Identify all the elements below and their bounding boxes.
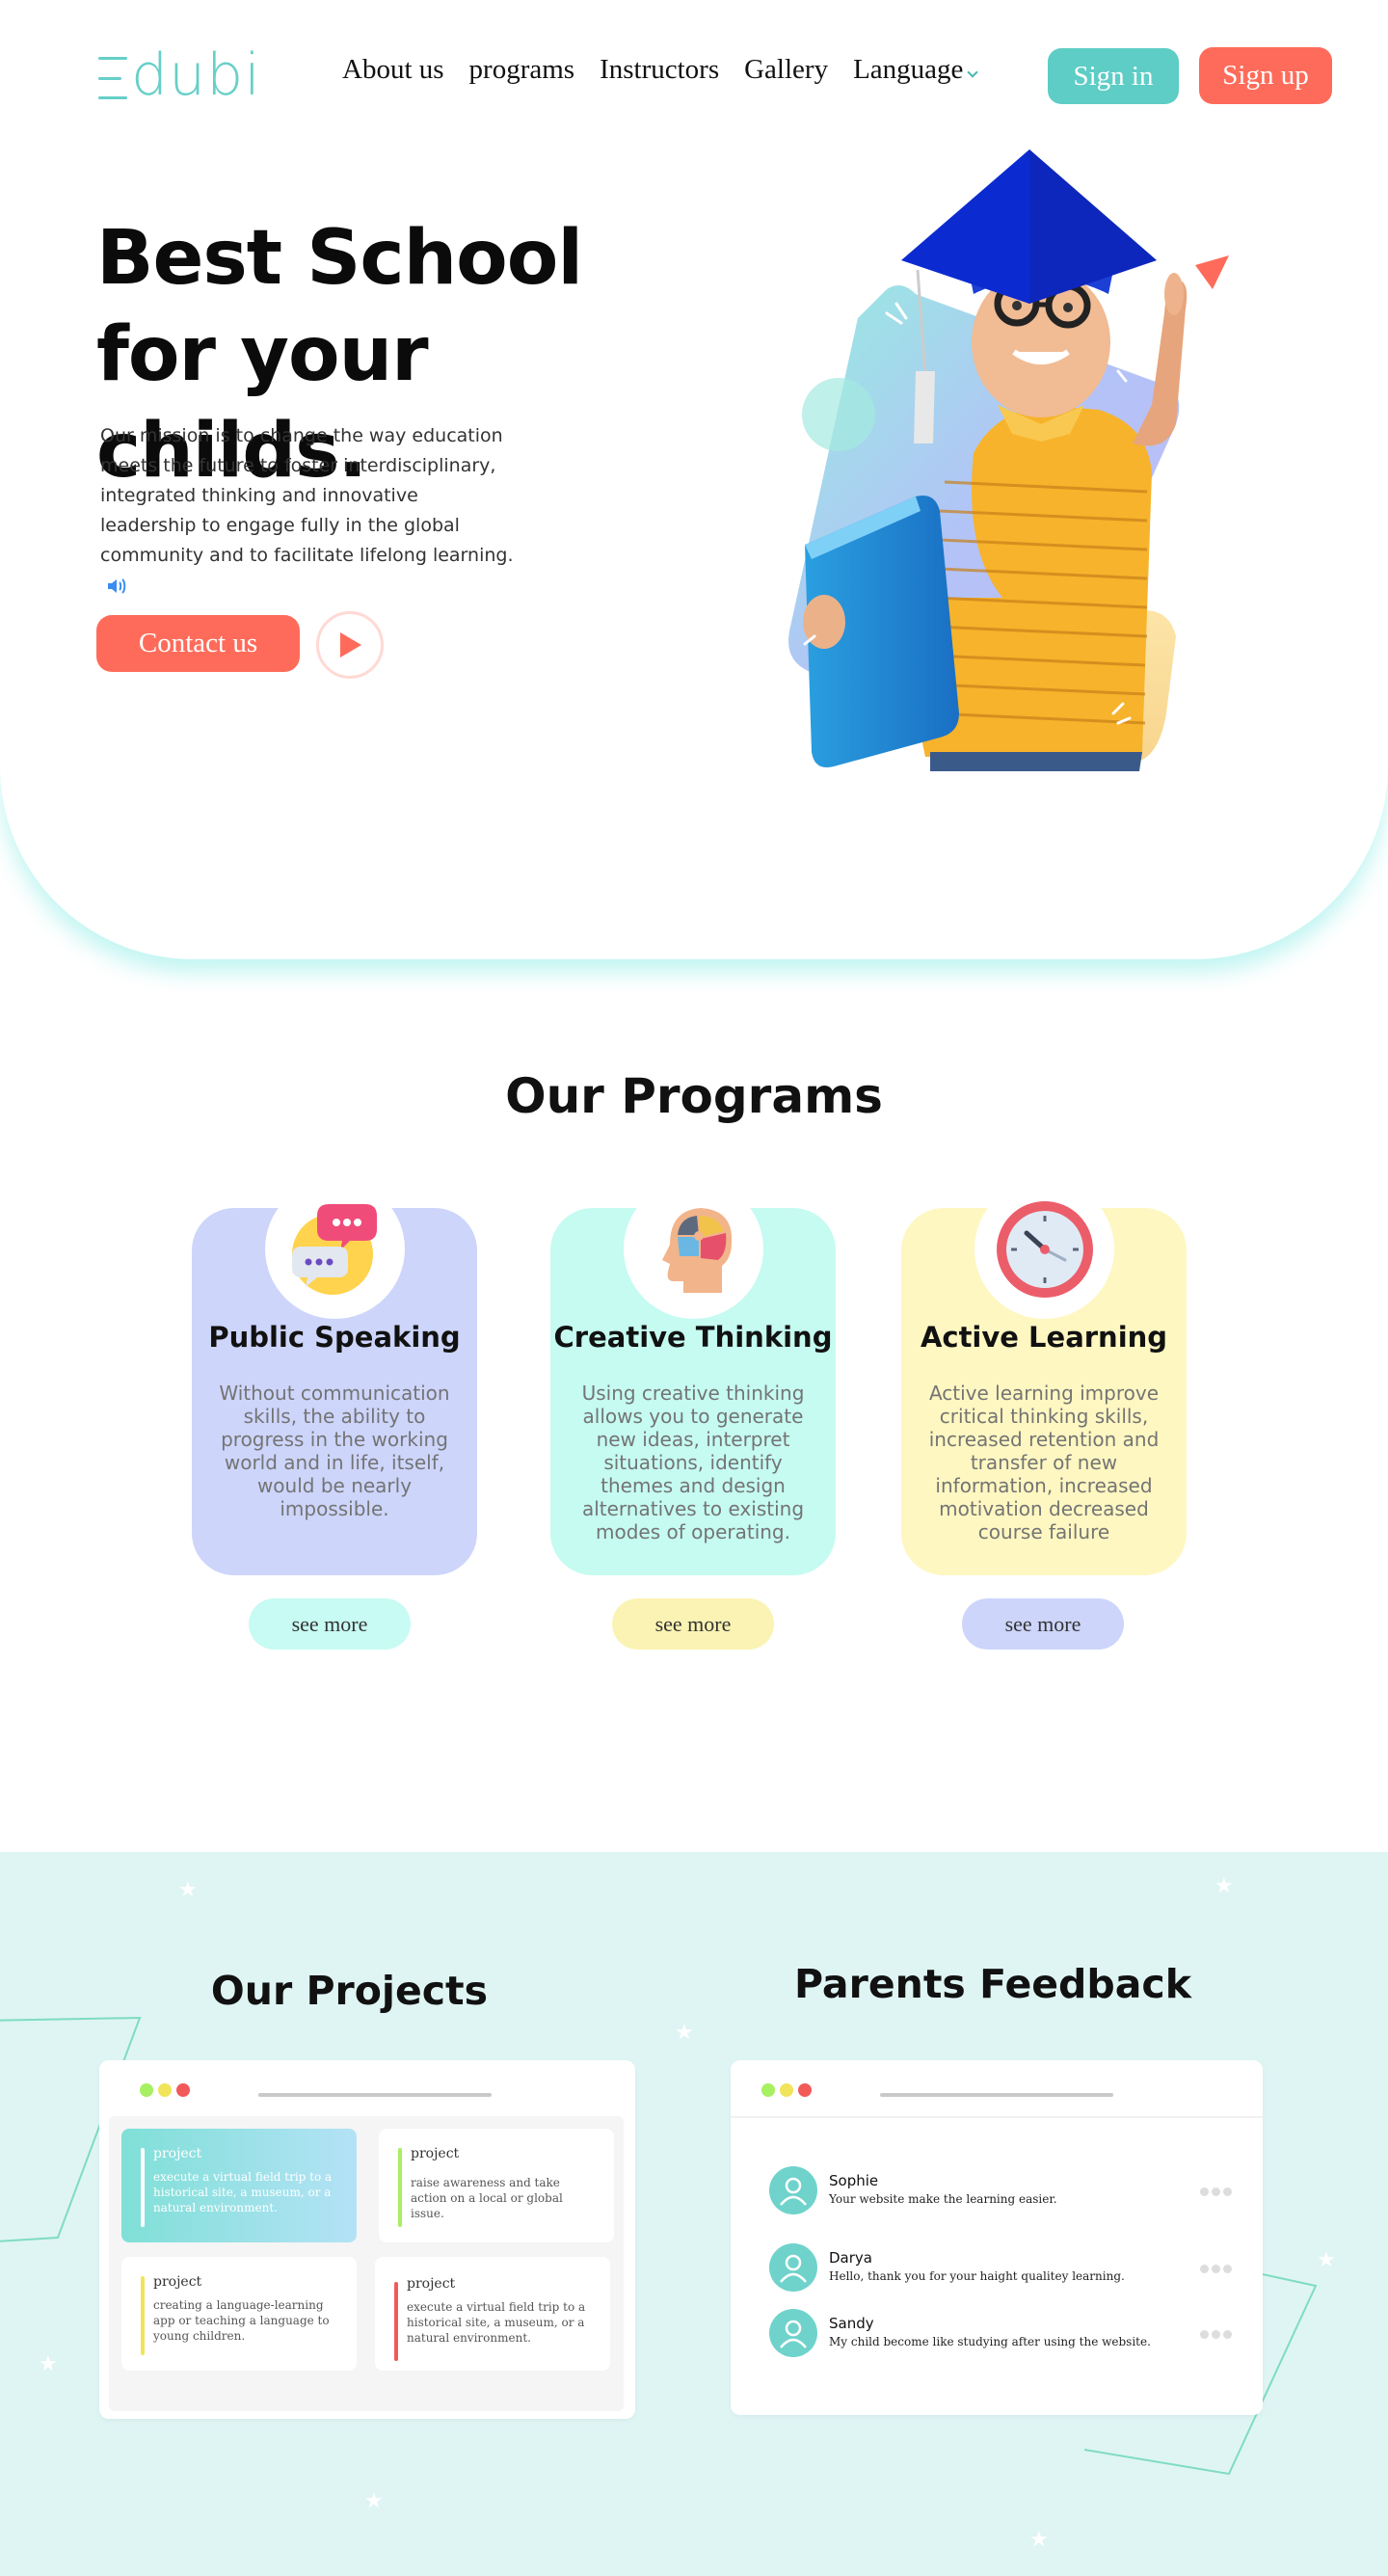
see-more-button-active-learning[interactable]: see more [962,1598,1124,1650]
see-more-button-creative-thinking[interactable]: see more [612,1598,774,1650]
program-card-active-learning: Active Learning Active learning improve … [901,1179,1187,1575]
nav-gallery[interactable]: Gallery [744,54,828,86]
user-avatar-icon [780,2254,807,2283]
program-icon-wrapper [974,1179,1114,1319]
sign-in-button[interactable]: Sign in [1048,48,1179,104]
feedback-item: Sandy My child become like studying afte… [769,2309,1232,2357]
project-card-text: execute a virtual field trip to a histor… [153,2170,333,2214]
program-card-text: Active learning improve critical thinkin… [928,1382,1160,1543]
projects-window: project execute a virtual field trip to … [99,2060,635,2419]
project-card-text: creating a language-learning app or teac… [153,2298,330,2343]
chat-bubbles-icon [291,1203,377,1295]
hero-description-text: Our mission is to change the way educati… [100,425,514,566]
star-icon: ★ [178,1877,198,1901]
feedback-message: Hello, thank you for your haight qualite… [829,2269,1125,2283]
clock-icon [996,1200,1093,1298]
program-card-title: Active Learning [920,1321,1168,1354]
address-bar [258,2093,492,2097]
feedback-window: Sophie Your website make the learning ea… [731,2060,1263,2415]
projects-title: Our Projects [210,1968,489,2014]
program-icon-wrapper [624,1179,763,1319]
window-divider [731,2116,1263,2118]
window-dot-red [176,2083,190,2097]
project-card[interactable]: project execute a virtual field trip to … [121,2129,357,2242]
user-avatar-icon [780,2177,807,2206]
feedback-name: Darya [829,2249,872,2267]
nav-instructors[interactable]: Instructors [600,54,719,86]
star-icon: ★ [364,2488,384,2512]
project-card-text: raise awareness and take action on a loc… [411,2176,563,2220]
see-more-button-public-speaking[interactable]: see more [249,1598,411,1650]
avatar [769,2166,817,2214]
program-card-text: Without communication skills, the abilit… [219,1382,450,1520]
play-icon [340,632,361,657]
feedback-message: My child become like studying after usin… [829,2335,1151,2348]
user-avatar-icon [780,2320,807,2348]
nav-programs[interactable]: programs [469,54,575,86]
star-icon: ★ [1214,1873,1234,1897]
window-dot-green [140,2083,153,2097]
window-dot-yellow [780,2083,793,2097]
program-card-title: Creative Thinking [553,1321,833,1354]
program-card-title: Public Speaking [208,1321,461,1354]
main-nav: About us programs Instructors Gallery La… [342,54,979,86]
star-icon: ★ [1317,2247,1336,2271]
puzzle-head-icon [661,1207,732,1293]
feedback-item: Sophie Your website make the learning ea… [769,2166,1232,2214]
star-icon: ★ [39,2351,58,2375]
project-card-accent [141,2276,145,2355]
window-dot-green [761,2083,775,2097]
project-card-accent [398,2148,402,2227]
program-card-text: Using creative thinking allows you to ge… [581,1382,805,1543]
nav-about-us[interactable]: About us [342,54,444,86]
hero-description: Our mission is to change the way educati… [100,421,515,601]
project-card[interactable]: project creating a language-learning app… [121,2257,357,2371]
hero-section: dubi About us programs Instructors Galle… [0,0,1388,959]
project-card-text: execute a virtual field trip to a histor… [407,2300,586,2345]
logo-mark-icon [98,57,127,99]
avatar [769,2243,817,2292]
feedback-name: Sandy [829,2315,874,2332]
logo-text: dubi [131,41,261,109]
project-card[interactable]: project execute a virtual field trip to … [375,2257,610,2371]
window-dot-yellow [158,2083,172,2097]
more-dots-icon[interactable] [1197,2187,1232,2196]
speaker-icon[interactable] [106,577,129,596]
projects-feedback-section: ★ ★ ★ ★ ★ ★ ★ Our Projects Parents Feedb… [0,1852,1388,2576]
project-card-accent [141,2148,145,2227]
more-dots-icon[interactable] [1197,2265,1232,2273]
hero-illustration [788,149,1229,771]
projects-grid: project execute a virtual field trip to … [109,2116,624,2411]
window-controls [140,2083,195,2097]
play-video-button[interactable] [316,611,384,679]
more-dots-icon[interactable] [1197,2330,1232,2339]
feedback-title: Parents Feedback [793,1961,1191,2007]
feedback-item: Darya Hello, thank you for your haight q… [769,2243,1232,2292]
programs-title: Our Programs [505,1068,883,1124]
star-icon: ★ [675,2020,694,2044]
project-card-label: project [411,2146,460,2161]
program-card-public-speaking: Public Speaking Without communication sk… [192,1179,477,1575]
project-card-label: project [407,2276,456,2292]
logo[interactable]: dubi [98,46,261,104]
project-card[interactable]: project raise awareness and take action … [379,2129,614,2242]
program-card-creative-thinking: Creative Thinking Using creative thinkin… [550,1179,836,1575]
nav-language-label: Language [853,54,964,85]
star-icon: ★ [1029,2527,1049,2551]
contact-us-button[interactable]: Contact us [96,615,300,672]
chevron-down-icon [967,66,979,78]
window-dot-red [798,2083,812,2097]
project-card-label: project [153,2274,202,2290]
avatar [769,2309,817,2357]
address-bar [880,2093,1113,2097]
nav-language-dropdown[interactable]: Language [853,54,979,86]
feedback-name: Sophie [829,2172,879,2189]
program-icon-wrapper [265,1179,405,1319]
feedback-message: Your website make the learning easier. [829,2192,1057,2206]
project-card-label: project [153,2146,202,2161]
window-controls [761,2083,816,2097]
project-card-accent [394,2282,398,2361]
sign-up-button[interactable]: Sign up [1199,47,1332,104]
